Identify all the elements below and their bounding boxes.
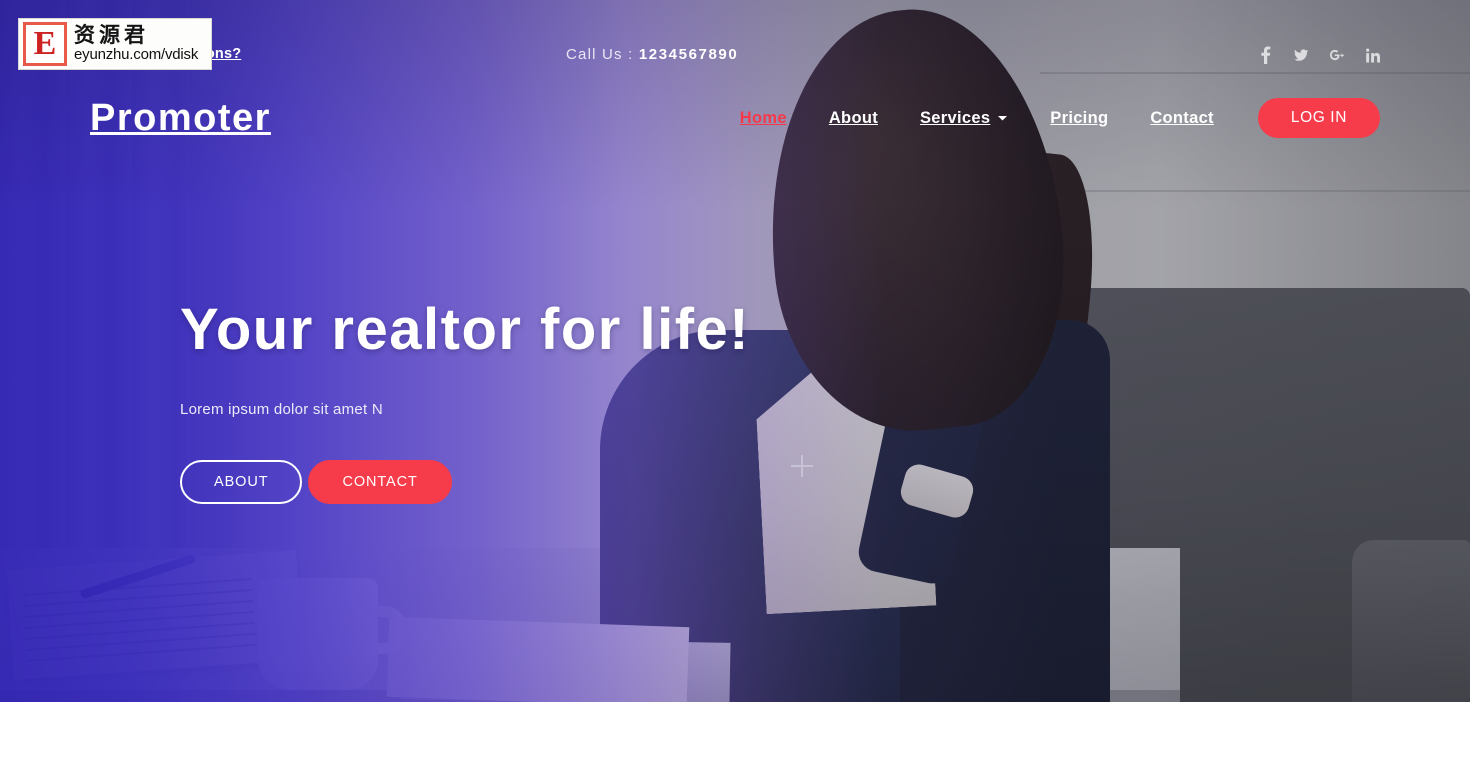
hero-cta-group: ABOUT CONTACT — [180, 459, 750, 504]
about-button[interactable]: ABOUT — [180, 459, 303, 504]
nav-item-contact[interactable]: Contact — [1129, 109, 1235, 128]
log-in-button[interactable]: LOG IN — [1257, 98, 1380, 138]
watermark-badge: E 资源君 eyunzhu.com/vdisk — [18, 18, 212, 70]
nav-item-pricing[interactable]: Pricing — [1029, 109, 1129, 128]
hero-title: Your realtor for life! — [180, 297, 751, 362]
below-hero-section — [0, 702, 1470, 780]
social-links — [1258, 46, 1380, 64]
top-utility-bar: Have any Quastions? Call Us : 1234567890 — [0, 0, 1470, 84]
nav-links: Home About Services Pricing Contact LOG … — [719, 84, 1380, 152]
watermark-initial: E — [23, 22, 67, 66]
facebook-icon[interactable] — [1258, 46, 1272, 64]
nav-item-label: Services — [920, 108, 991, 127]
nav-item-label: About — [828, 108, 878, 127]
mouse-crosshair-cursor — [791, 455, 813, 477]
nav-item-home[interactable]: Home — [719, 109, 808, 128]
nav-item-label: Contact — [1150, 108, 1214, 127]
nav-item-label: Home — [739, 108, 787, 127]
google-plus-icon[interactable] — [1330, 46, 1344, 64]
phone-number[interactable]: 1234567890 — [639, 46, 738, 63]
nav-item-about[interactable]: About — [808, 109, 899, 128]
call-us-text: Call Us : 1234567890 — [566, 46, 738, 63]
watermark-url: eyunzhu.com/vdisk — [74, 46, 199, 64]
hero-content: Your realtor for life! Lorem ipsum dolor… — [180, 297, 751, 504]
hero-subtitle: Lorem ipsum dolor sit amet N — [180, 400, 383, 418]
chevron-down-icon — [997, 113, 1008, 124]
hero-section: Have any Quastions? Call Us : 1234567890 — [0, 0, 1470, 702]
nav-item-services[interactable]: Services — [899, 109, 1029, 128]
brand-logo[interactable]: Promoter — [90, 84, 271, 152]
watermark-chinese-text: 资源君 — [74, 23, 149, 48]
nav-item-label: Pricing — [1050, 108, 1109, 127]
contact-button[interactable]: CONTACT — [308, 459, 452, 504]
twitter-icon[interactable] — [1294, 46, 1308, 64]
linkedin-icon[interactable] — [1366, 46, 1380, 64]
call-us-label: Call Us : — [566, 46, 634, 63]
main-navbar: Promoter Home About Services Pricing Con… — [0, 84, 1470, 152]
